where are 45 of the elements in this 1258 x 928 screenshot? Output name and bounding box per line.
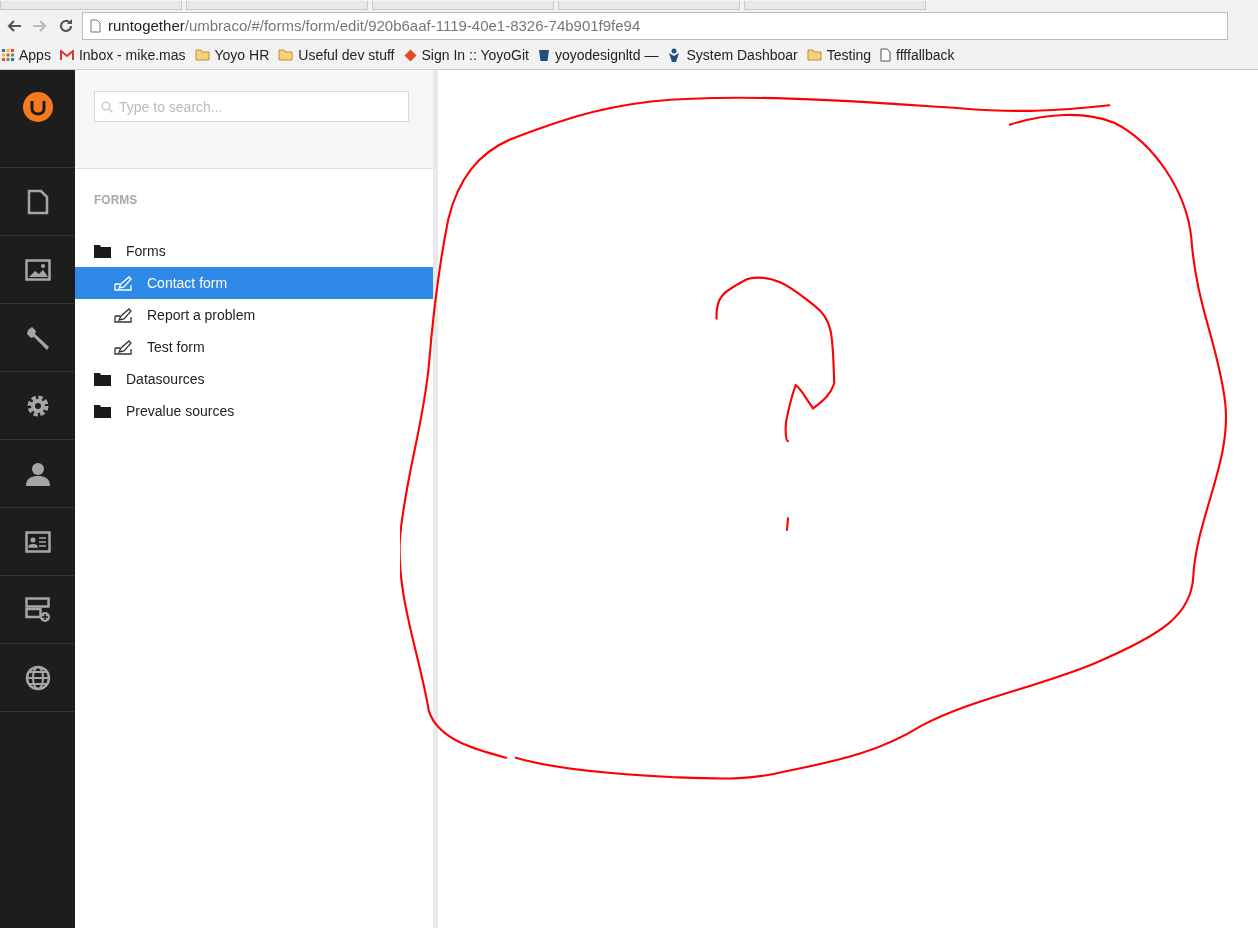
globe-icon[interactable] [24,664,51,691]
page-icon [90,18,101,33]
bookmark[interactable]: Inbox - mike.mas [59,47,186,63]
page-icon [880,48,892,62]
search-field[interactable]: Type to search... [94,91,409,122]
tree-item[interactable]: Report a problem [75,299,433,331]
bookmark[interactable]: Sign In :: YoyoGit [403,47,529,63]
figure-icon [667,48,682,62]
form-edit-icon [114,339,132,355]
folder-icon [94,244,111,258]
contact-card-icon[interactable] [24,530,51,553]
tree-item[interactable]: Prevalue sources [75,395,433,427]
bucket-icon [537,48,550,62]
folder-icon [194,49,210,61]
bookmark[interactable]: System Dashboar [667,47,798,63]
bookmark[interactable]: Useful dev stuff [278,47,395,63]
form-edit-icon [114,275,132,291]
address-field[interactable]: runtogether/umbraco/#/forms/form/edit/920b6aaf-1119-40e1-8326-74b901f9fe94 [82,11,1228,40]
search-icon [101,101,113,113]
form-edit-icon [114,307,132,323]
bookmark[interactable]: Apps [2,47,51,63]
reload-icon[interactable] [58,17,74,34]
logo-icon[interactable] [22,92,53,122]
bookmark[interactable]: Testing [806,47,872,63]
bookmark[interactable]: yoyodesignltd — [537,47,659,63]
folder-icon [278,49,294,61]
person-icon[interactable] [24,461,51,486]
tree-item[interactable]: Forms [75,235,433,267]
folder-icon [94,404,111,418]
section-heading: FORMS [94,193,138,207]
tree-item[interactable]: Datasources [75,363,433,395]
bookmark[interactable]: Yoyo HR [194,47,270,63]
mail-icon [59,49,74,61]
document-icon[interactable] [26,188,49,215]
diamond-icon [403,48,417,62]
grid-icon [2,49,14,61]
image-icon[interactable] [24,258,51,281]
bookmark[interactable]: ffffallback [880,47,955,63]
tree-item[interactable]: Contact form [75,267,433,299]
back-icon[interactable] [6,18,22,33]
tree-item[interactable]: Test form [75,331,433,363]
folder-icon [806,49,822,61]
server-add-icon[interactable] [24,596,51,623]
wrench-icon[interactable] [24,324,51,351]
folder-icon [94,372,111,386]
